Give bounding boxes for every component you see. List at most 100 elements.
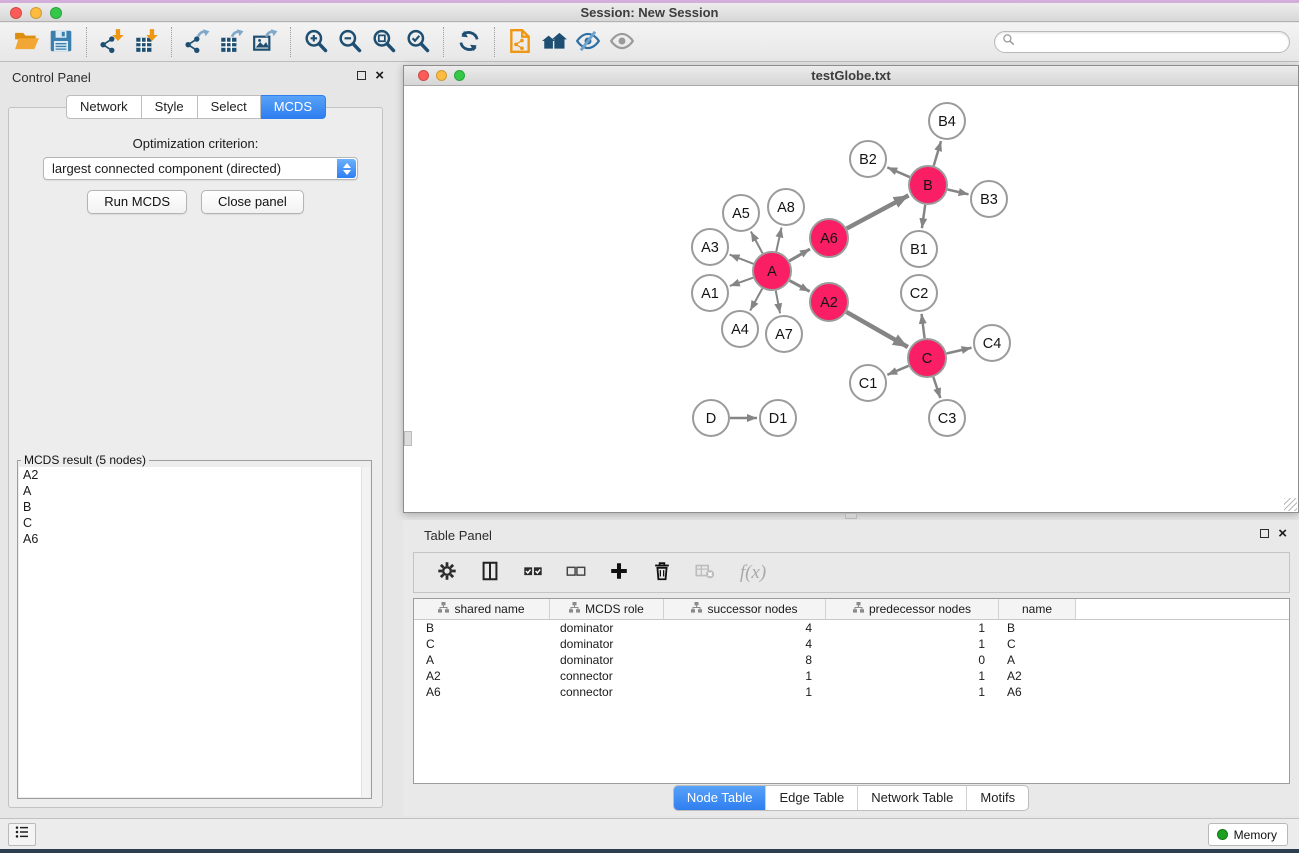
deselect-all-checks-button[interactable] xyxy=(563,560,589,586)
column-header-predecessor-nodes[interactable]: predecessor nodes xyxy=(826,599,999,619)
save-session-button[interactable] xyxy=(44,26,78,58)
zoom-in-button[interactable] xyxy=(299,26,333,58)
close-panel-icon[interactable]: × xyxy=(375,70,384,81)
node-table[interactable]: shared nameMCDS rolesuccessor nodesprede… xyxy=(413,598,1290,784)
network-node-D[interactable]: D xyxy=(693,400,729,436)
network-edge-A-A1[interactable] xyxy=(730,278,753,286)
network-edge-C-C2[interactable] xyxy=(922,314,925,338)
network-edge-A-A7[interactable] xyxy=(776,291,780,314)
network-edge-C-C4[interactable] xyxy=(946,348,971,354)
network-node-B1[interactable]: B1 xyxy=(901,231,937,267)
float-panel-icon[interactable] xyxy=(357,71,366,80)
network-edge-A-A5[interactable] xyxy=(751,232,763,254)
network-canvas[interactable]: A A1 A2 A3 A4 A5 A6 A7 A8 B B1 B2 B3 B4 C C1 C2 C3 C4 D D1 xyxy=(404,87,1298,512)
result-scrollbar[interactable] xyxy=(361,467,370,797)
network-node-B2[interactable]: B2 xyxy=(850,141,886,177)
network-edge-A-A4[interactable] xyxy=(750,289,762,311)
column-header-successor-nodes[interactable]: successor nodes xyxy=(664,599,826,619)
network-node-C[interactable]: C xyxy=(908,339,946,377)
import-network-button[interactable] xyxy=(95,26,129,58)
mcds-result-list[interactable]: A2ABCA6 xyxy=(19,467,370,797)
network-node-A2[interactable]: A2 xyxy=(810,283,848,321)
mcds-result-item[interactable]: A2 xyxy=(19,467,370,483)
search-input[interactable] xyxy=(1019,33,1289,51)
network-edge-A-A3[interactable] xyxy=(730,255,754,264)
network-edge-B-B2[interactable] xyxy=(887,167,909,177)
tab-motifs[interactable]: Motifs xyxy=(966,786,1028,810)
network-node-A8[interactable]: A8 xyxy=(768,189,804,225)
network-node-A6[interactable]: A6 xyxy=(810,219,848,257)
optimization-criterion-select[interactable]: largest connected component (directed) xyxy=(43,157,358,180)
tab-select[interactable]: Select xyxy=(198,95,261,119)
add-plus-button[interactable] xyxy=(606,560,632,586)
column-header-MCDS-role[interactable]: MCDS role xyxy=(550,599,664,619)
network-node-B3[interactable]: B3 xyxy=(971,181,1007,217)
close-table-panel-icon[interactable]: × xyxy=(1278,528,1287,539)
close-panel-button[interactable]: Close panel xyxy=(201,190,304,214)
network-node-A[interactable]: A xyxy=(753,252,791,290)
network-edge-B-B1[interactable] xyxy=(922,205,925,228)
network-node-D1[interactable]: D1 xyxy=(760,400,796,436)
houses-button[interactable] xyxy=(537,26,571,58)
tab-network[interactable]: Network xyxy=(66,95,142,119)
mcds-result-item[interactable]: A6 xyxy=(19,531,370,547)
network-node-A7[interactable]: A7 xyxy=(766,316,802,352)
tab-style[interactable]: Style xyxy=(142,95,198,119)
network-node-C4[interactable]: C4 xyxy=(974,325,1010,361)
network-node-C3[interactable]: C3 xyxy=(929,400,965,436)
mcds-result-item[interactable]: B xyxy=(19,499,370,515)
network-node-B[interactable]: B xyxy=(909,166,947,204)
export-image-button[interactable] xyxy=(248,26,282,58)
table-row-A6[interactable]: A6connector11A6 xyxy=(414,684,1289,700)
select-all-checks-button[interactable] xyxy=(520,560,546,586)
run-mcds-button[interactable]: Run MCDS xyxy=(87,190,187,214)
delete-trash-button[interactable] xyxy=(649,560,675,586)
network-edge-B-B4[interactable] xyxy=(934,141,941,166)
window-resize-grip[interactable] xyxy=(1284,498,1297,511)
refresh-button[interactable] xyxy=(452,26,486,58)
network-node-A3[interactable]: A3 xyxy=(692,229,728,265)
network-node-B4[interactable]: B4 xyxy=(929,103,965,139)
network-edge-C-C3[interactable] xyxy=(933,377,940,398)
hide-eye-button[interactable] xyxy=(571,26,605,58)
network-edge-A-A6[interactable] xyxy=(789,249,810,261)
task-history-button[interactable] xyxy=(8,823,36,846)
mcds-result-item[interactable]: A xyxy=(19,483,370,499)
network-node-A1[interactable]: A1 xyxy=(692,275,728,311)
network-node-C1[interactable]: C1 xyxy=(850,365,886,401)
tab-mcds[interactable]: MCDS xyxy=(261,95,326,119)
tab-edge-table[interactable]: Edge Table xyxy=(765,786,857,810)
table-row-C[interactable]: Cdominator41C xyxy=(414,636,1289,652)
first-neighbors-document-button[interactable] xyxy=(503,26,537,58)
network-node-A5[interactable]: A5 xyxy=(723,195,759,231)
network-edge-A-A8[interactable] xyxy=(776,228,781,252)
network-edge-A2-C[interactable] xyxy=(846,312,908,347)
tab-network-table[interactable]: Network Table xyxy=(857,786,966,810)
tab-node-table[interactable]: Node Table xyxy=(674,786,766,810)
network-graph[interactable]: A A1 A2 A3 A4 A5 A6 A7 A8 B B1 B2 B3 B4 C C1 C2 C3 C4 D D1 xyxy=(404,87,1298,513)
import-table-button[interactable] xyxy=(129,26,163,58)
settings-gear-button[interactable] xyxy=(434,560,460,586)
memory-button[interactable]: Memory xyxy=(1208,823,1288,846)
export-table-button[interactable] xyxy=(214,26,248,58)
network-edge-B-B3[interactable] xyxy=(947,189,968,194)
table-row-A2[interactable]: A2connector11A2 xyxy=(414,668,1289,684)
open-session-button[interactable] xyxy=(10,26,44,58)
panel-edge-handle[interactable] xyxy=(404,431,412,446)
float-table-panel-icon[interactable] xyxy=(1260,529,1269,538)
show-columns-button[interactable] xyxy=(477,560,503,586)
column-header-shared-name[interactable]: shared name xyxy=(414,599,550,619)
zoom-selected-button[interactable] xyxy=(401,26,435,58)
network-node-C2[interactable]: C2 xyxy=(901,275,937,311)
network-node-A4[interactable]: A4 xyxy=(722,311,758,347)
export-network-button[interactable] xyxy=(180,26,214,58)
network-edge-A6-B[interactable] xyxy=(847,195,909,228)
horizontal-splitter-handle[interactable] xyxy=(845,513,857,519)
search-box[interactable] xyxy=(994,31,1290,53)
table-row-B[interactable]: Bdominator41B xyxy=(414,620,1289,636)
column-header-name[interactable]: name xyxy=(999,599,1076,619)
table-row-A[interactable]: Adominator80A xyxy=(414,652,1289,668)
mcds-result-item[interactable]: C xyxy=(19,515,370,531)
zoom-out-button[interactable] xyxy=(333,26,367,58)
network-edge-A-A2[interactable] xyxy=(790,281,810,292)
